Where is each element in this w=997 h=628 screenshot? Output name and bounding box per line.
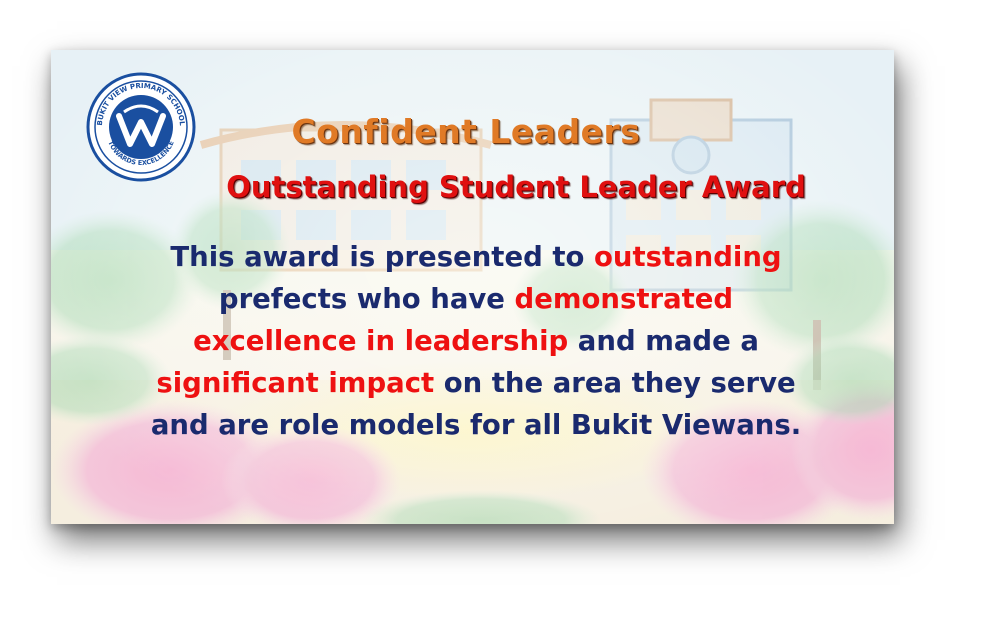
description-line-4: significant impact on the area they serv… [111, 362, 841, 404]
heading-confident-leaders: Confident Leaders [291, 112, 641, 151]
description-line-1: This award is presented to outstanding [111, 236, 841, 278]
description-text: and are role models for all Bukit Viewan… [150, 409, 802, 441]
description-text: prefects who have [218, 283, 515, 315]
description-highlight: significant impact [156, 367, 435, 399]
award-title: Outstanding Student Leader Award [226, 170, 806, 204]
description-highlight: outstanding [593, 241, 782, 273]
school-logo: BUKIT VIEW PRIMARY SCHOOL TOWARDS EXCELL… [86, 72, 196, 182]
description-highlight: excellence in leadership [193, 325, 569, 357]
award-slide: BUKIT VIEW PRIMARY SCHOOL TOWARDS EXCELL… [51, 50, 894, 524]
description-line-5: and are role models for all Bukit Viewan… [111, 404, 841, 446]
description-text: on the area they serve [434, 367, 796, 399]
description-line-2: prefects who have demonstrated [111, 278, 841, 320]
page: BUKIT VIEW PRIMARY SCHOOL TOWARDS EXCELL… [0, 0, 997, 628]
description-line-3: excellence in leadership and made a [111, 320, 841, 362]
description-highlight: demonstrated [514, 283, 734, 315]
description-text: This award is presented to [170, 241, 594, 273]
award-description: This award is presented to outstanding p… [111, 236, 841, 446]
description-text: and made a [568, 325, 759, 357]
